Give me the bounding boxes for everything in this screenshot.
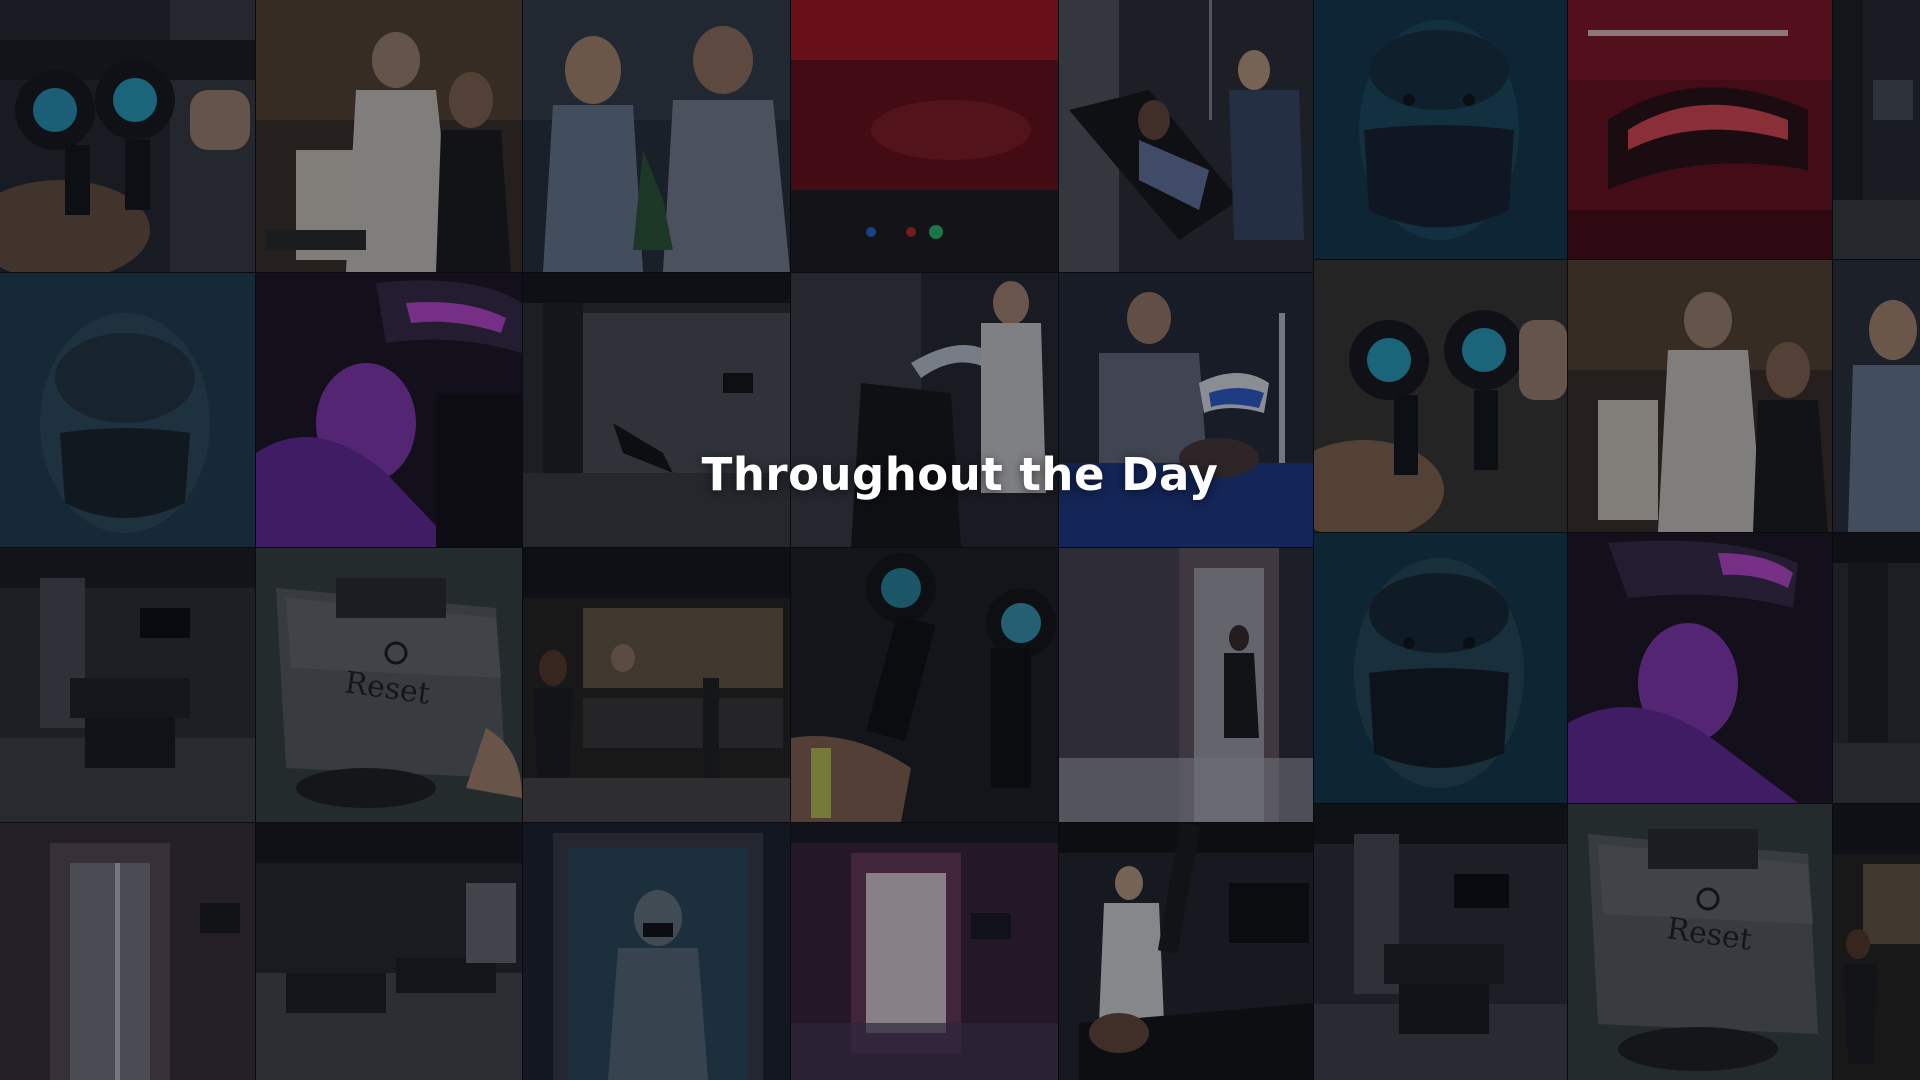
masked-face-photo-repeat	[1314, 533, 1567, 803]
massage-gun-photo	[0, 0, 255, 272]
hero-headline: Throughout the Day	[701, 448, 1219, 501]
reception-desk-photo-repeat	[1833, 804, 1920, 1080]
led-facial-photo-repeat	[1568, 533, 1832, 803]
led-facial-photo	[256, 273, 522, 547]
stretching-session-photo	[1059, 823, 1313, 1080]
mosaic-column-4	[791, 0, 1058, 1080]
consultation-photo	[256, 0, 522, 272]
led-mask-treatment-photo	[1059, 273, 1313, 547]
studio-interior-photo	[523, 273, 790, 547]
lounge-conversation-photo	[523, 0, 790, 272]
cryo-booth-photo	[1059, 548, 1313, 822]
treatment-room-photo	[0, 548, 255, 822]
studio-interior-photo-repeat	[1833, 533, 1920, 803]
photo-collage-hero: Reset Reset Throughout the Day	[0, 0, 1920, 1080]
cryo-room-photo	[791, 823, 1058, 1080]
mosaic-column-7: Reset	[1568, 0, 1832, 1080]
red-light-pod-photo	[1568, 0, 1832, 259]
interior-corridor-photo	[1833, 0, 1920, 259]
photo-mosaic: Reset Reset	[0, 0, 1920, 1080]
mosaic-column-6	[1314, 0, 1567, 1080]
cryo-chamber-photo	[523, 823, 790, 1080]
mosaic-column-3	[523, 0, 790, 1080]
treatment-tables-photo	[256, 823, 522, 1080]
robe-folded-photo-repeat: Reset	[1568, 804, 1832, 1080]
treatment-room-photo-repeat	[1314, 804, 1567, 1080]
mosaic-column-2: Reset	[256, 0, 522, 1080]
massage-gun-arm-photo	[791, 548, 1058, 822]
robe-folded-photo: Reset	[256, 548, 522, 822]
cryo-facial-photo	[0, 273, 255, 547]
red-light-bed-photo	[791, 0, 1058, 272]
recliner-session-photo	[791, 273, 1058, 547]
iv-therapy-photo	[1059, 0, 1313, 272]
cryo-door-photo	[0, 823, 255, 1080]
mosaic-column-5	[1059, 0, 1313, 1080]
reception-desk-photo	[523, 548, 790, 822]
mosaic-column-8	[1833, 0, 1920, 1080]
masked-face-photo	[1314, 0, 1567, 259]
mosaic-column-1	[0, 0, 255, 1080]
